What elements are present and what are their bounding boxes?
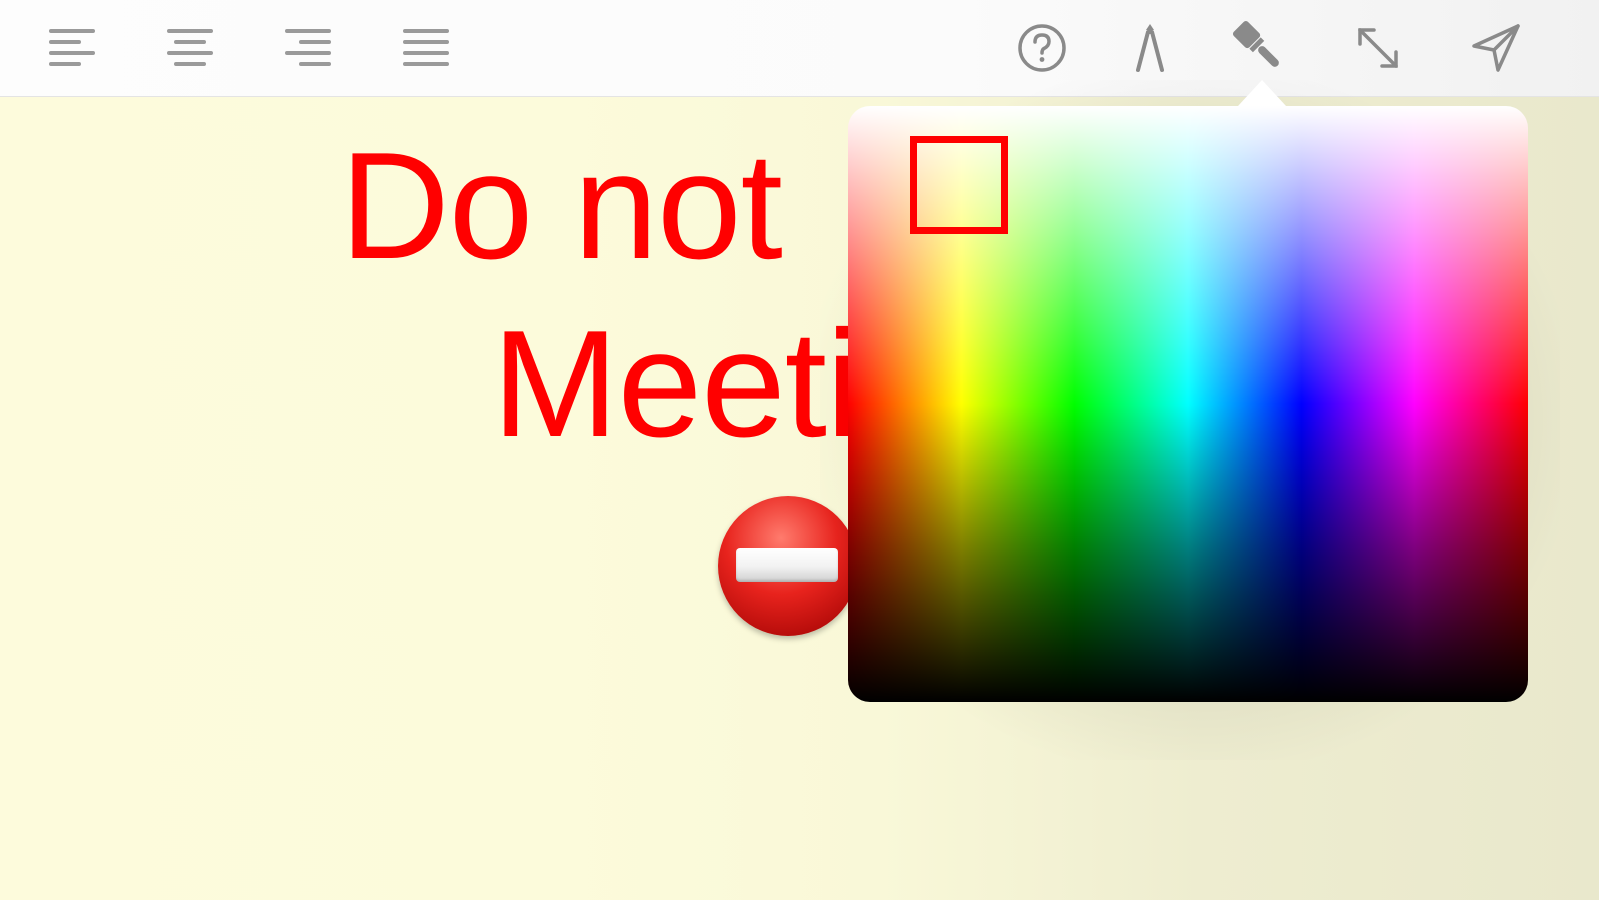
no-entry-bar (736, 548, 838, 582)
align-center-icon (167, 29, 213, 66)
color-picker[interactable] (848, 106, 1528, 702)
selected-color-swatch[interactable] (910, 136, 1008, 234)
align-justify-button[interactable] (398, 20, 454, 76)
note-text-line-2[interactable]: Meeti (492, 308, 860, 460)
align-justify-icon (403, 29, 449, 66)
help-button[interactable] (1014, 20, 1070, 76)
note-app: Do not Meeti (0, 0, 1599, 900)
align-right-icon (285, 29, 331, 66)
popover-arrow (1238, 80, 1286, 106)
paint-brush-icon (1232, 20, 1279, 67)
pen-icon (1136, 24, 1164, 72)
note-text-line-1[interactable]: Do not (340, 130, 783, 282)
align-left-button[interactable] (44, 20, 100, 76)
pen-button[interactable] (1122, 20, 1178, 76)
align-center-button[interactable] (162, 20, 218, 76)
align-left-icon (49, 29, 95, 66)
send-icon (1472, 24, 1520, 72)
toolbar (0, 0, 1599, 97)
expand-button[interactable] (1350, 20, 1406, 76)
send-button[interactable] (1468, 20, 1524, 76)
no-entry-icon (718, 496, 858, 636)
help-icon (1018, 24, 1066, 72)
paint-brush-button[interactable] (1232, 20, 1288, 76)
align-right-button[interactable] (280, 20, 336, 76)
expand-icon (1358, 28, 1398, 68)
